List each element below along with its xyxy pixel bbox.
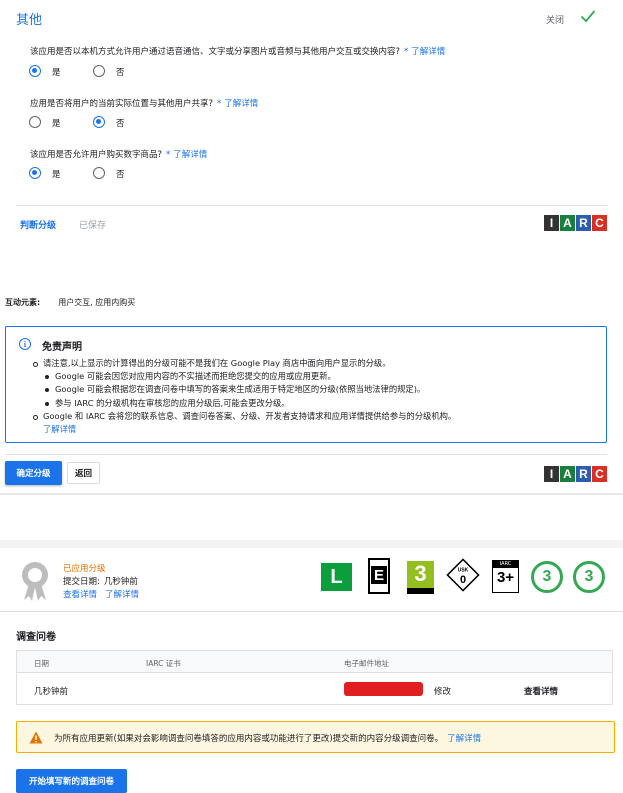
radio-no-label: 否 <box>116 119 125 129</box>
column-header-email: 电子邮件地址 <box>344 659 389 668</box>
iarc-letter: C <box>592 215 607 231</box>
saved-status: 已保存 <box>79 221 107 231</box>
usk-label: USK <box>458 568 469 574</box>
required-mark: * <box>166 150 171 160</box>
edit-link[interactable]: 修改 <box>434 685 451 697</box>
rating-badge-esrb: E <box>368 558 390 594</box>
table-header: 日期 IARC 证书 电子邮件地址 <box>17 651 612 673</box>
radio-yes[interactable] <box>29 167 41 179</box>
section-shadow <box>0 493 623 495</box>
disclaimer-subitem: Google 可能会根据您在调查问卷中填写的答案来生成适用于特定地区的分级(依照… <box>33 383 456 396</box>
view-details-link[interactable]: 查看详情 <box>524 685 558 697</box>
disclaimer-subitem: 参与 IARC 的分级机构在审核您的应用分级后,可能会更改分级。 <box>33 397 456 410</box>
rating-badge-circle: 3 <box>531 561 563 593</box>
questionnaire-other-section: 其他 关闭 该应用是否以本机方式允许用户通过语音通信、文字或分享图片或音频与其他… <box>0 0 623 245</box>
question-text: 该应用是否以本机方式允许用户通过语音通信、文字或分享图片或音频与其他用户交互或交… <box>30 47 401 57</box>
radio-yes-label: 是 <box>52 68 61 78</box>
check-icon <box>580 10 596 23</box>
iarc-logo: I A R C <box>544 466 607 482</box>
applied-rating-status: 已应用分级 <box>63 564 106 574</box>
question-voice-communication: 该应用是否以本机方式允许用户通过语音通信、文字或分享图片或音频与其他用户交互或交… <box>30 45 445 57</box>
radio-no[interactable] <box>93 65 105 77</box>
close-button[interactable]: 关闭 <box>546 13 564 26</box>
question-text: 应用是否将用户的当前实际位置与其他用户共享? <box>30 99 214 109</box>
warning-banner: 为所有应用更新(如果对会影响调查问卷填答的应用内容或功能进行了更改)提交新的内容… <box>16 721 615 753</box>
disclaimer-body: 请注意,以上显示的计算得出的分级可能不是我们在 Google Play 商店中面… <box>33 357 456 436</box>
page-background-band <box>0 540 623 548</box>
question-digital-purchases: 该应用是否允许用户购买数字商品? * 了解详情 <box>30 148 207 160</box>
submit-date-value: 几秒钟前 <box>103 577 138 587</box>
radio-yes[interactable] <box>29 65 41 77</box>
radio-no-label: 否 <box>116 68 125 78</box>
question-location-sharing: 应用是否将用户的当前实际位置与其他用户共享? * 了解详情 <box>30 97 258 109</box>
column-header-certificate: IARC 证书 <box>146 659 181 668</box>
warning-message: 为所有应用更新(如果对会影响调查问卷填答的应用内容或功能进行了更改)提交新的内容… <box>54 734 444 744</box>
section-title: 其他 <box>16 13 43 28</box>
back-button[interactable]: 返回 <box>67 462 100 484</box>
row-date: 几秒钟前 <box>34 687 69 697</box>
submit-date: 提交日期: 几秒钟前 <box>63 575 138 587</box>
calculate-rating-link[interactable]: 判断分级 <box>20 218 56 231</box>
disclaimer-item: 请注意,以上显示的计算得出的分级可能不是我们在 Google Play 商店中面… <box>33 357 456 370</box>
rating-badge-iarc: IARC 3+ <box>492 560 519 593</box>
survey-title: 调查问卷 <box>16 632 56 643</box>
confirm-rating-button[interactable]: 确定分级 <box>5 461 62 485</box>
disclaimer-item: Google 和 IARC 会将您的联系信息、调查问卷答案、分级、开发者支持请求… <box>33 410 456 423</box>
rating-badge-l: L <box>321 563 352 591</box>
start-new-questionnaire-button[interactable]: 开始填写新的调查问卷 <box>16 769 127 793</box>
iarc-badge-value: 3+ <box>496 569 515 586</box>
radio-yes[interactable] <box>29 116 41 128</box>
radio-yes-label: 是 <box>52 119 61 129</box>
award-ribbon-icon <box>22 562 48 601</box>
iarc-letter: A <box>560 215 575 231</box>
pegi-number: 3 <box>414 561 427 586</box>
learn-more-link[interactable]: 了解详情 <box>33 423 456 436</box>
interactive-elements-summary: 互动元素: 用户交互, 应用内购买 <box>5 297 135 308</box>
divider <box>5 454 607 455</box>
question-text: 该应用是否允许用户购买数字商品? <box>30 150 163 160</box>
iarc-letter: C <box>592 466 607 482</box>
learn-more-link[interactable]: 了解详情 <box>105 590 139 600</box>
iarc-letter: A <box>560 466 575 482</box>
disclaimer-title: 免责声明 <box>42 342 82 353</box>
learn-more-link[interactable]: 了解详情 <box>447 734 481 744</box>
disclaimer-subitem: Google 可能会因您对应用内容的不实描述而拒绝您提交的应用或应用更新。 <box>33 370 456 383</box>
rating-badge-usk: USK 0 <box>446 558 480 592</box>
warning-icon <box>29 731 43 744</box>
radio-no[interactable] <box>93 167 105 179</box>
iarc-letter: R <box>576 215 591 231</box>
detail-links: 查看详情 了解详情 <box>63 588 139 600</box>
radio-yes-label: 是 <box>52 170 61 180</box>
column-header-date: 日期 <box>34 659 49 668</box>
interactive-value: 用户交互, 应用内购买 <box>58 298 136 307</box>
radio-no[interactable] <box>93 116 105 128</box>
radio-no-label: 否 <box>116 170 125 180</box>
learn-more-link[interactable]: 了解详情 <box>411 47 445 57</box>
learn-more-link[interactable]: 了解详情 <box>173 150 207 160</box>
warning-text: 为所有应用更新(如果对会影响调查问卷填答的应用内容或功能进行了更改)提交新的内容… <box>54 732 481 744</box>
iarc-letter: I <box>544 466 559 482</box>
esrb-letter: E <box>371 566 387 584</box>
view-details-link[interactable]: 查看详情 <box>63 590 97 600</box>
usk-number: 0 <box>460 574 466 586</box>
divider <box>16 205 608 206</box>
iarc-letter: R <box>576 466 591 482</box>
learn-more-link[interactable]: 了解详情 <box>224 99 258 109</box>
rating-badge-pegi: 3 <box>407 561 434 594</box>
iarc-badge-label: IARC <box>493 561 518 568</box>
divider <box>0 611 623 612</box>
iarc-letter: I <box>544 215 559 231</box>
survey-table: 日期 IARC 证书 电子邮件地址 几秒钟前 修改 查看详情 <box>16 650 613 705</box>
required-mark: * <box>217 99 222 109</box>
iarc-logo: I A R C <box>544 215 607 231</box>
disclaimer-box: i 免责声明 请注意,以上显示的计算得出的分级可能不是我们在 Google Pl… <box>5 326 607 443</box>
redacted-email <box>344 682 423 696</box>
rating-badge-circle: 3 <box>573 561 605 593</box>
interactive-label: 互动元素: <box>5 298 41 307</box>
required-mark: * <box>404 47 409 57</box>
info-icon: i <box>19 338 31 350</box>
submit-date-label: 提交日期: <box>63 577 100 587</box>
